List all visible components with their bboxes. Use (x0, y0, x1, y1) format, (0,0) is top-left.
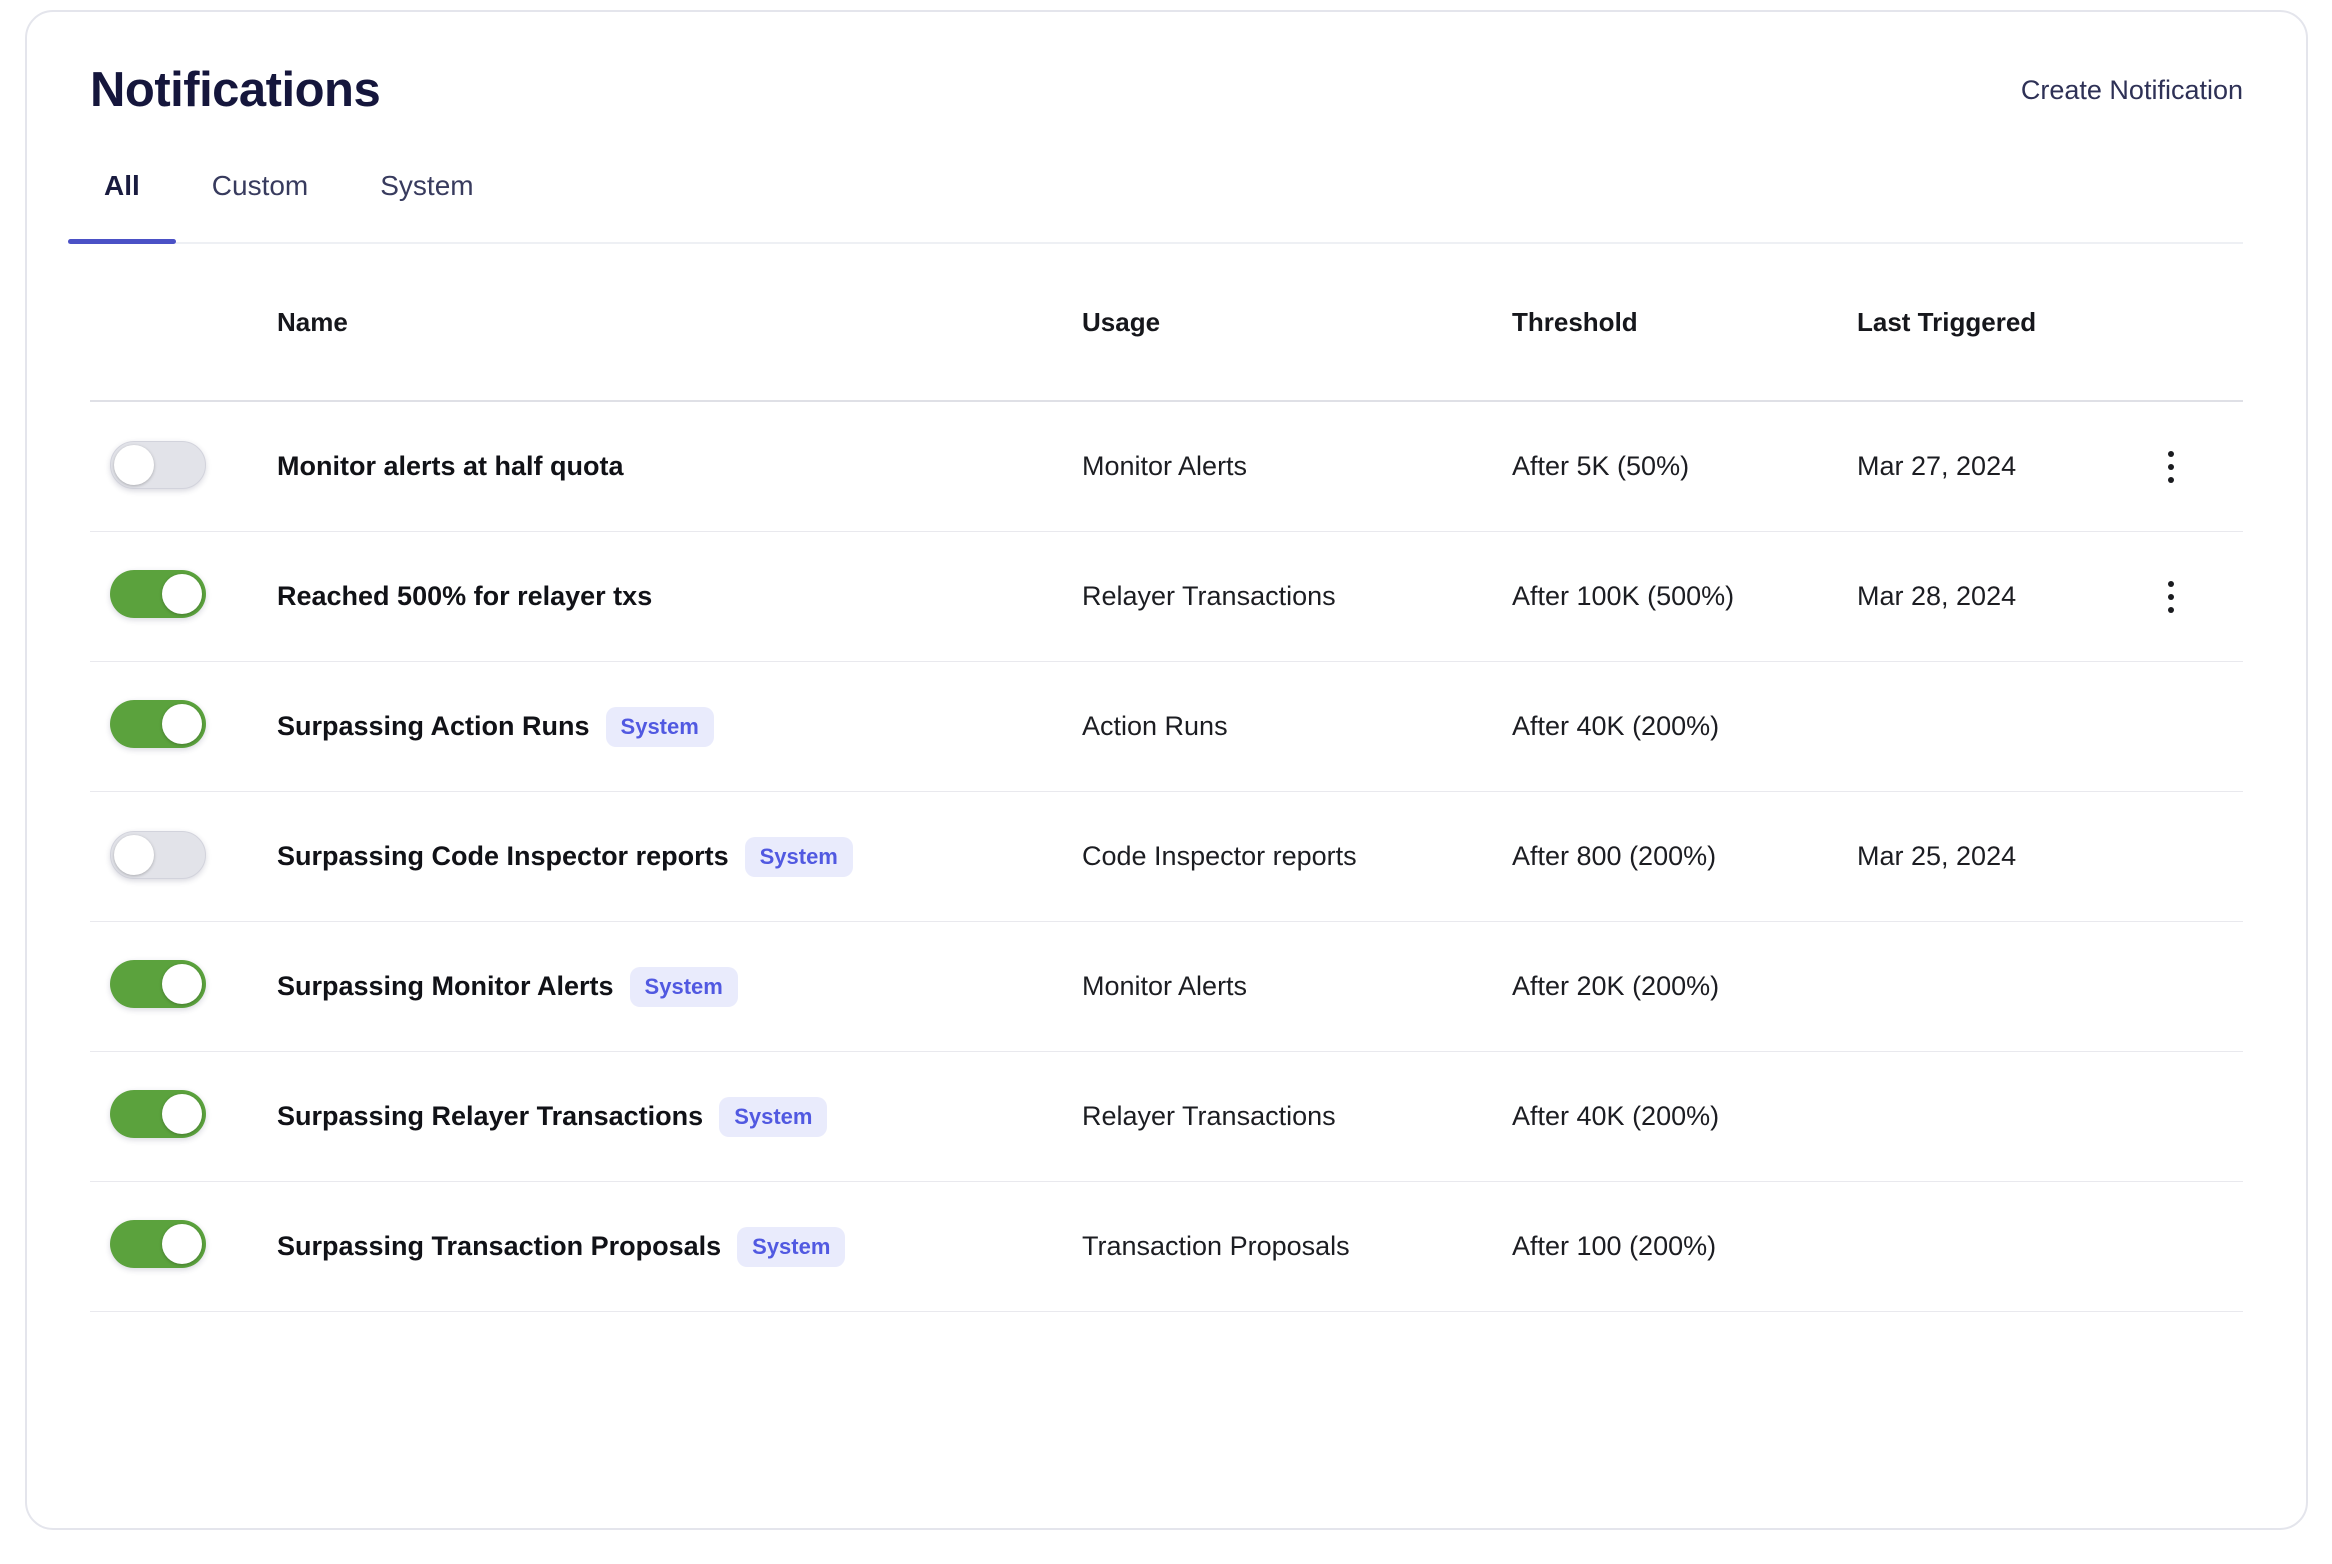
system-badge: System (606, 707, 714, 747)
column-header-usage: Usage (1082, 307, 1512, 338)
toggle-switch[interactable] (110, 960, 206, 1008)
toggle-switch[interactable] (110, 831, 206, 879)
usage-cell: Relayer Transactions (1082, 581, 1512, 612)
threshold-cell: After 800 (200%) (1512, 841, 1857, 872)
tab-system[interactable]: System (344, 170, 509, 242)
notification-name: Surpassing Relayer Transactions (277, 1101, 703, 1132)
usage-cell: Code Inspector reports (1082, 841, 1512, 872)
toggle-switch[interactable] (110, 1090, 206, 1138)
toggle-knob (162, 704, 202, 744)
toggle-knob (114, 835, 154, 875)
toggle-switch[interactable] (110, 1220, 206, 1268)
table-row: Monitor alerts at half quota Monitor Ale… (90, 402, 2243, 532)
toggle-knob (162, 1094, 202, 1134)
notifications-card: Notifications Create Notification All Cu… (25, 10, 2308, 1530)
create-notification-button[interactable]: Create Notification (2021, 75, 2243, 106)
notification-name: Monitor alerts at half quota (277, 451, 624, 482)
toggle-knob (114, 445, 154, 485)
toggle-knob (162, 964, 202, 1004)
toggle-switch[interactable] (110, 441, 206, 489)
kebab-icon (2168, 451, 2174, 457)
table-body: Monitor alerts at half quota Monitor Ale… (90, 402, 2243, 1312)
usage-cell: Action Runs (1082, 711, 1512, 742)
table-row: Reached 500% for relayer txs Relayer Tra… (90, 532, 2243, 662)
toggle-knob (162, 574, 202, 614)
table-row: Surpassing Code Inspector reports System… (90, 792, 2243, 922)
usage-cell: Monitor Alerts (1082, 451, 1512, 482)
notification-name: Surpassing Monitor Alerts (277, 971, 614, 1002)
page-title: Notifications (90, 62, 380, 118)
usage-cell: Transaction Proposals (1082, 1231, 1512, 1262)
notification-name: Reached 500% for relayer txs (277, 581, 652, 612)
system-badge: System (719, 1097, 827, 1137)
threshold-cell: After 5K (50%) (1512, 451, 1857, 482)
row-menu-button[interactable] (2147, 435, 2195, 499)
toggle-switch[interactable] (110, 700, 206, 748)
last-triggered-cell: Mar 25, 2024 (1857, 841, 2147, 872)
usage-cell: Relayer Transactions (1082, 1101, 1512, 1132)
notification-name: Surpassing Code Inspector reports (277, 841, 729, 872)
table-row: Surpassing Action Runs System Action Run… (90, 662, 2243, 792)
toggle-knob (162, 1224, 202, 1264)
system-badge: System (745, 837, 853, 877)
last-triggered-cell: Mar 27, 2024 (1857, 451, 2147, 482)
system-badge: System (737, 1227, 845, 1267)
threshold-cell: After 40K (200%) (1512, 1101, 1857, 1132)
threshold-cell: After 20K (200%) (1512, 971, 1857, 1002)
column-header-threshold: Threshold (1512, 307, 1857, 338)
table-row: Surpassing Relayer Transactions System R… (90, 1052, 2243, 1182)
column-header-name: Name (277, 307, 1082, 338)
card-header: Notifications Create Notification (90, 62, 2243, 118)
table-row: Surpassing Monitor Alerts System Monitor… (90, 922, 2243, 1052)
notification-name: Surpassing Action Runs (277, 711, 590, 742)
system-badge: System (630, 967, 738, 1007)
tab-bar: All Custom System (68, 170, 2243, 244)
column-header-last-triggered: Last Triggered (1857, 307, 2147, 338)
tab-custom[interactable]: Custom (176, 170, 344, 242)
row-menu-button[interactable] (2147, 565, 2195, 629)
threshold-cell: After 100K (500%) (1512, 581, 1857, 612)
usage-cell: Monitor Alerts (1082, 971, 1512, 1002)
kebab-icon (2168, 581, 2174, 587)
notification-name: Surpassing Transaction Proposals (277, 1231, 721, 1262)
last-triggered-cell: Mar 28, 2024 (1857, 581, 2147, 612)
toggle-switch[interactable] (110, 570, 206, 618)
threshold-cell: After 100 (200%) (1512, 1231, 1857, 1262)
table-row: Surpassing Transaction Proposals System … (90, 1182, 2243, 1312)
table-header: Name Usage Threshold Last Triggered (90, 244, 2243, 402)
tab-all[interactable]: All (68, 170, 176, 242)
threshold-cell: After 40K (200%) (1512, 711, 1857, 742)
